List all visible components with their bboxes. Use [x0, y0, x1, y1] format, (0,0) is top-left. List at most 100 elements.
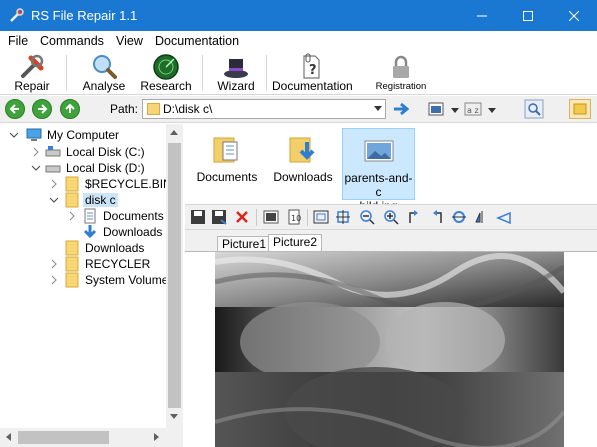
- chevron-down-icon[interactable]: [488, 108, 496, 113]
- chevron-down-icon[interactable]: [9, 130, 19, 140]
- svg-text:10: 10: [291, 214, 301, 223]
- save-as-icon[interactable]: [211, 209, 227, 225]
- menu-documentation[interactable]: Documentation: [155, 34, 239, 48]
- tree-item-system-volume[interactable]: System Volume: [0, 272, 168, 288]
- scroll-down-icon[interactable]: [170, 414, 178, 419]
- tab-picture2[interactable]: Picture2: [268, 234, 323, 252]
- tree-item-downloads[interactable]: Downloads: [0, 240, 166, 256]
- file-item-parents-and-child[interactable]: parents-and-child.jpg: [342, 128, 415, 213]
- rotate-left-icon[interactable]: [407, 209, 423, 225]
- skew-icon[interactable]: [496, 209, 512, 225]
- delete-icon[interactable]: [234, 209, 250, 225]
- chevron-right-icon[interactable]: [31, 147, 41, 157]
- scroll-up-icon[interactable]: [170, 130, 178, 135]
- flip-icon[interactable]: [451, 209, 467, 225]
- tree-item-recycle-bin[interactable]: $RECYCLE.BIN: [0, 176, 172, 192]
- lock-icon: [393, 55, 409, 78]
- scroll-left-icon[interactable]: [6, 433, 11, 441]
- chevron-right-icon[interactable]: [49, 179, 59, 189]
- chevron-down-icon[interactable]: [49, 195, 59, 205]
- path-label: Path:: [110, 102, 139, 116]
- repair-button[interactable]: Repair: [4, 51, 60, 95]
- radar-icon: [153, 54, 179, 80]
- zoom-in-icon[interactable]: [383, 209, 399, 225]
- help-document-icon: ?: [303, 53, 320, 79]
- documents-icon: [84, 208, 96, 224]
- mirror-icon[interactable]: [474, 209, 490, 225]
- tree-item-my-computer[interactable]: My Computer: [0, 127, 166, 143]
- preview-icon[interactable]: [524, 99, 544, 119]
- tree-horizontal-scrollbar[interactable]: [0, 428, 166, 447]
- svg-text:?: ?: [309, 63, 317, 78]
- analyse-button[interactable]: Analyse: [78, 51, 130, 95]
- image-file-icon: [364, 140, 393, 162]
- svg-text:a z: a z: [467, 106, 479, 115]
- scroll-thumb[interactable]: [18, 431, 109, 444]
- view-mode-icon[interactable]: [428, 101, 444, 117]
- sort-icon[interactable]: a z: [464, 102, 482, 116]
- forward-button[interactable]: [32, 99, 52, 119]
- registration-button[interactable]: Registration: [368, 51, 434, 95]
- wizard-button[interactable]: Wizard: [212, 51, 260, 95]
- repair-icon: [21, 54, 44, 78]
- folder-icon: [147, 103, 160, 115]
- chevron-right-icon[interactable]: [49, 259, 59, 269]
- minimize-button[interactable]: [459, 0, 505, 31]
- chevron-right-icon[interactable]: [67, 211, 77, 221]
- arrow-up-icon: [65, 103, 75, 113]
- menu-view[interactable]: View: [116, 34, 143, 48]
- downloads-folder-icon: [289, 137, 315, 163]
- minimize-icon: [477, 15, 487, 16]
- actual-size-icon[interactable]: [335, 209, 351, 225]
- image-icon[interactable]: [263, 209, 279, 225]
- folder-icon: [65, 256, 79, 272]
- folders-icon[interactable]: [569, 99, 591, 119]
- tree-item-recycler[interactable]: RECYCLER: [0, 256, 166, 272]
- info-icon[interactable]: 10: [286, 209, 302, 225]
- magnifier-icon: [93, 55, 117, 79]
- toolbar-separator: [307, 209, 308, 226]
- chevron-down-icon[interactable]: [31, 163, 41, 173]
- maximize-button[interactable]: [505, 0, 551, 31]
- downloads-icon: [83, 225, 97, 239]
- title-bar: RS File Repair 1.1: [0, 0, 597, 31]
- photo-preview: [215, 252, 564, 447]
- menu-file[interactable]: File: [8, 34, 28, 48]
- scroll-right-icon[interactable]: [154, 433, 159, 441]
- rotate-right-icon[interactable]: [428, 209, 444, 225]
- fit-window-icon[interactable]: [313, 209, 329, 225]
- tab-picture1[interactable]: Picture1: [217, 236, 272, 252]
- menu-commands[interactable]: Commands: [40, 34, 104, 48]
- chevron-down-icon[interactable]: [374, 106, 382, 111]
- save-icon[interactable]: [190, 209, 206, 225]
- drive-icon: [45, 165, 61, 173]
- folder-icon: [65, 272, 79, 288]
- tree-item-disk-c[interactable]: disk c: [0, 192, 166, 208]
- chevron-down-icon[interactable]: [451, 108, 459, 113]
- tree-item-local-disk-c[interactable]: Local Disk (C:): [0, 144, 166, 160]
- go-arrow-icon[interactable]: [393, 102, 411, 116]
- main-toolbar: Repair Analyse Research Wizard ? Documen…: [0, 51, 597, 95]
- picture-tabs: Picture1 Picture2: [185, 231, 597, 252]
- tree-item-local-disk-d[interactable]: Local Disk (D:): [0, 160, 166, 176]
- file-item-documents[interactable]: Documents: [193, 128, 261, 200]
- path-value: D:\disk c\: [163, 102, 213, 116]
- tree-item-documents[interactable]: Documents: [0, 208, 166, 224]
- path-input[interactable]: D:\disk c\: [142, 99, 386, 119]
- tree-item-downloads-child[interactable]: Downloads: [0, 224, 166, 240]
- file-item-downloads[interactable]: Downloads: [269, 128, 337, 200]
- documentation-button[interactable]: ? Documentation: [272, 51, 353, 95]
- tree-vertical-scrollbar[interactable]: [166, 124, 183, 428]
- scroll-thumb[interactable]: [168, 143, 181, 408]
- zoom-out-icon[interactable]: [359, 209, 375, 225]
- folder-icon: [65, 240, 79, 256]
- chevron-right-icon[interactable]: [49, 275, 59, 285]
- back-button[interactable]: [5, 99, 25, 119]
- folder-icon: [65, 176, 79, 192]
- file-list: Documents Downloads parents-and-child.jp…: [185, 124, 597, 213]
- arrow-left-icon: [9, 104, 19, 114]
- app-icon: [10, 8, 24, 22]
- close-button[interactable]: [551, 0, 597, 31]
- research-button[interactable]: Research: [138, 51, 194, 95]
- up-button[interactable]: [60, 99, 80, 119]
